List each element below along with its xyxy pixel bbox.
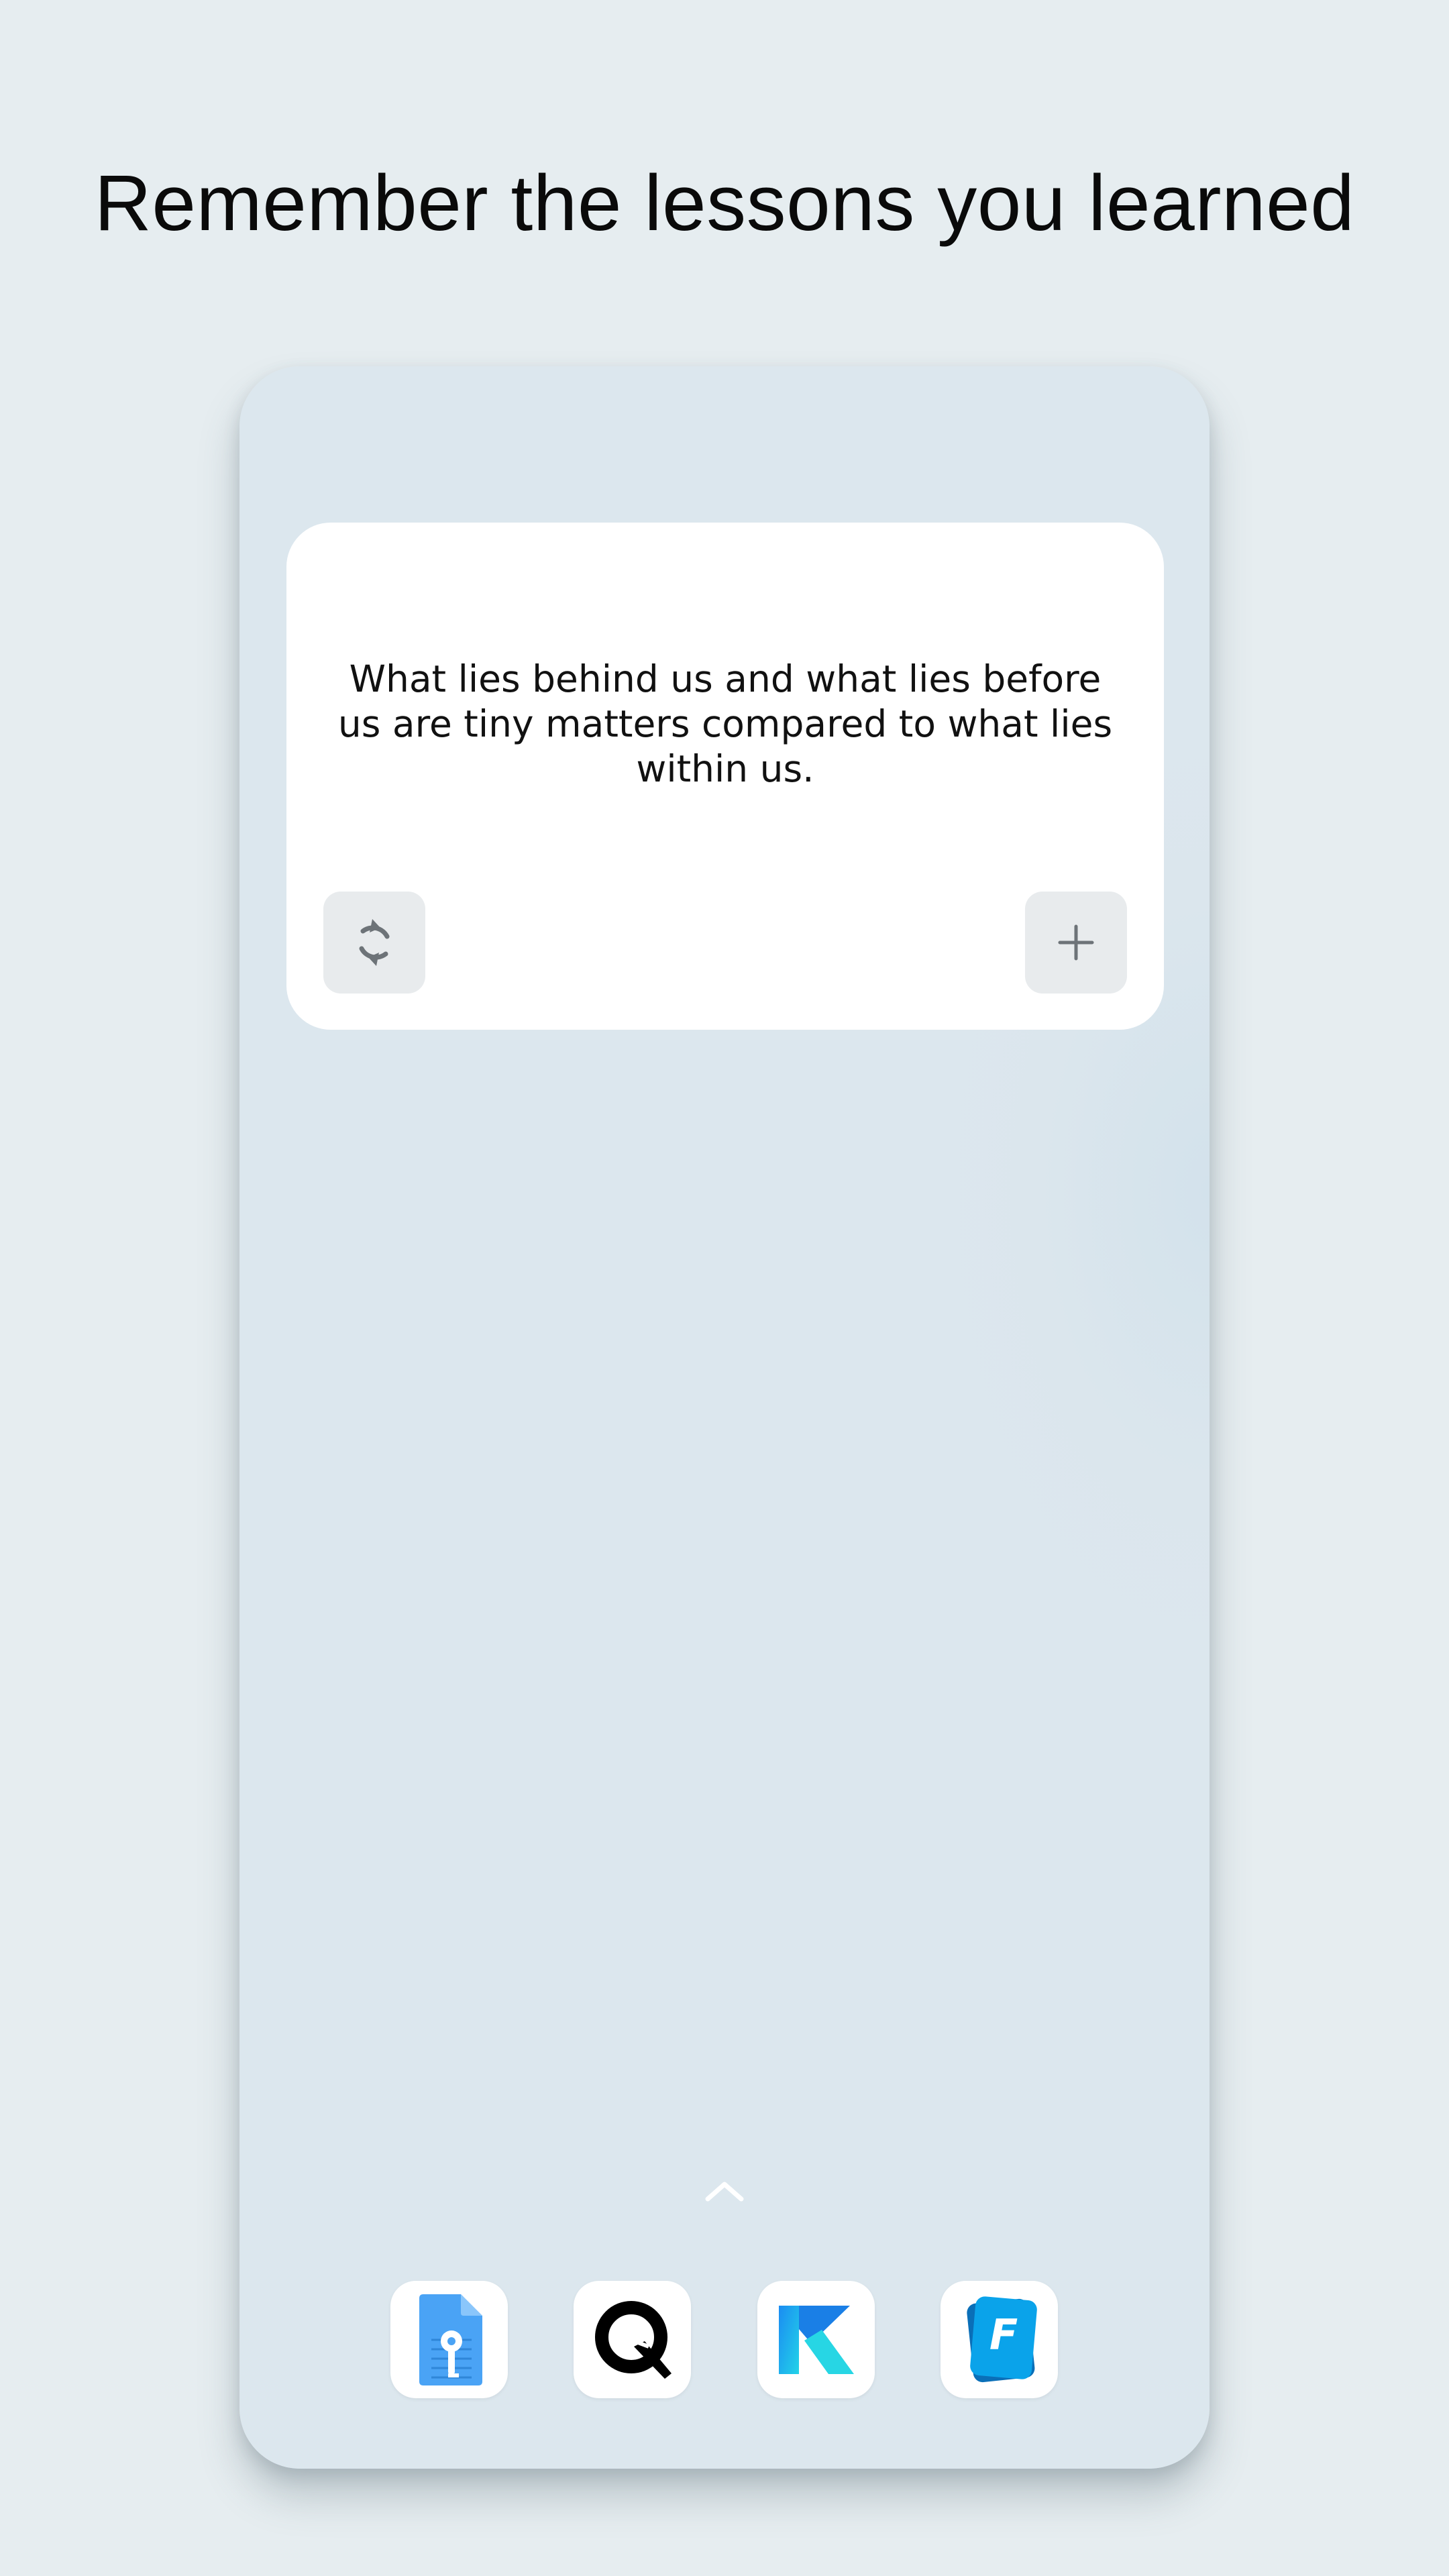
dock-app-3[interactable]	[757, 2281, 875, 2398]
svg-text:F: F	[989, 2310, 1017, 2359]
plus-icon	[1058, 924, 1094, 961]
flashcard-f-app-icon: F	[966, 2296, 1037, 2382]
dock-app-1[interactable]	[390, 2281, 508, 2398]
refresh-button[interactable]	[323, 892, 425, 994]
quote-widget[interactable]: What lies behind us and what lies before…	[286, 523, 1164, 1030]
document-key-app-icon	[419, 2294, 482, 2385]
refresh-icon	[359, 919, 390, 966]
k-logo-app-icon	[778, 2305, 854, 2374]
app-dock: F	[239, 2281, 1210, 2399]
add-button[interactable]	[1025, 892, 1127, 994]
dock-app-2[interactable]	[574, 2281, 691, 2398]
q-logo-app-icon	[594, 2300, 672, 2379]
dock-app-4[interactable]: F	[941, 2281, 1058, 2398]
chevron-up-icon[interactable]	[704, 2179, 745, 2203]
quote-text: What lies behind us and what lies before…	[337, 657, 1113, 790]
page-title: Remember the lessons you learned	[94, 159, 1355, 248]
phone-mockup: What lies behind us and what lies before…	[239, 366, 1210, 2469]
